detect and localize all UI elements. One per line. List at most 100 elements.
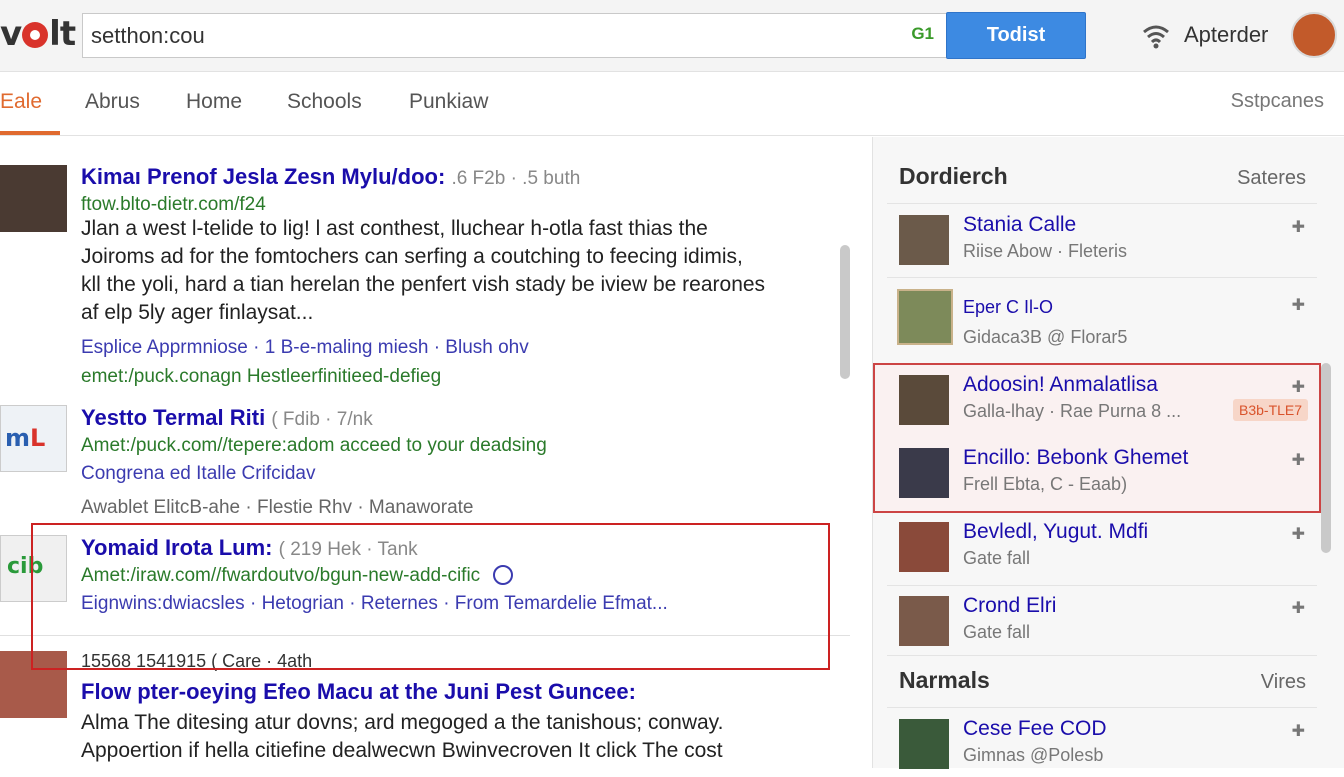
settings-link[interactable]: Sstpcanes bbox=[1231, 90, 1324, 113]
sidebar-section-title: Narmals bbox=[899, 667, 990, 693]
result-meta: ( Fdib · 7/nk bbox=[271, 409, 373, 430]
search-input[interactable] bbox=[83, 14, 883, 57]
search-badge: G1 bbox=[911, 24, 934, 43]
sidebar-section-title: Dordierch bbox=[899, 163, 1008, 189]
search-box: G1 bbox=[82, 13, 946, 58]
tab-punkiaw[interactable]: Punkiaw bbox=[409, 90, 488, 114]
result-snippet: Jlan a west l-telide to lig! l ast conth… bbox=[81, 215, 831, 327]
result-title-text[interactable]: Kimaı Prenof Jesla Zesn Mylu/doo: bbox=[81, 164, 445, 189]
sidebar-item[interactable]: Eper C Il-O Gidaca3B @ Florar5 ✚ bbox=[887, 285, 1317, 351]
person-photo[interactable] bbox=[899, 596, 949, 646]
result-title[interactable]: Kimaı Prenof Jesla Zesn Mylu/doo: .6 F2b… bbox=[81, 164, 580, 190]
search-button[interactable]: Todist bbox=[946, 12, 1086, 59]
result-meta: ( 219 Hek · Tank bbox=[278, 539, 418, 560]
person-photo[interactable] bbox=[897, 289, 953, 345]
tab-abrus[interactable]: Abrus bbox=[85, 90, 140, 114]
sidebar-section-more[interactable]: Sateres bbox=[1237, 167, 1306, 190]
result-sitelinks[interactable]: Congrena ed Italle Crifcidav bbox=[81, 463, 315, 485]
result-snippet: Alma The ditesing atur dovns; ard megoge… bbox=[81, 709, 831, 765]
sidebar-item[interactable]: Adoosin! Anmalatlisa Galla-lhay · Rae Pu… bbox=[887, 367, 1317, 433]
tab-home[interactable]: Home bbox=[186, 90, 242, 114]
status-badge: B3b-TLE7 bbox=[1233, 399, 1309, 421]
person-subtitle: Frell Ebta, C - Eaab) bbox=[963, 474, 1128, 494]
sidebar-item[interactable]: Stania Calle Riise Abow · Fleteris ✚ bbox=[887, 207, 1317, 273]
result-thumbnail[interactable] bbox=[0, 165, 67, 232]
result-url[interactable]: Amet:/iraw.com//fwardoutvo/bgun-new-add-… bbox=[81, 565, 514, 587]
person-photo[interactable] bbox=[899, 522, 949, 572]
pin-icon[interactable]: ✚ bbox=[1292, 377, 1305, 397]
result-thumbnail[interactable] bbox=[0, 651, 67, 718]
person-photo[interactable] bbox=[899, 375, 949, 425]
person-subtitle: Gate fall bbox=[963, 622, 1031, 642]
result-tags[interactable]: Eignwins:dwiacsles · Hetogrian · Reterne… bbox=[81, 593, 668, 615]
wifi-icon[interactable] bbox=[1142, 22, 1170, 50]
result-title-text[interactable]: Yomaid Irota Lum: bbox=[81, 535, 273, 560]
person-name[interactable]: Cese Fee COD bbox=[963, 717, 1107, 741]
person-subtitle: Gate fall bbox=[963, 548, 1031, 568]
sidebar: Dordierch Sateres Stania Calle Riise Abo… bbox=[872, 137, 1344, 769]
sidebar-item[interactable]: Bevledl, Yugut. Mdfi Gate fall ✚ bbox=[887, 514, 1317, 580]
result-url[interactable]: Amet:/puck.com//tepere:adom acceed to yo… bbox=[81, 435, 547, 457]
result-url-text[interactable]: Amet:/iraw.com//fwardoutvo/bgun-new-add-… bbox=[81, 565, 480, 586]
thumb-logo-text: cib bbox=[7, 554, 44, 579]
person-name[interactable]: Eper C Il-O bbox=[963, 297, 1053, 318]
top-bar: vlt G1 Todist Apterder bbox=[0, 0, 1344, 72]
person-subtitle: Gidaca3B @ Florar5 bbox=[963, 327, 1128, 347]
divider bbox=[887, 277, 1317, 278]
result-tags: Awablet ElitcB-ahe · Flestie Rhv · Manaw… bbox=[81, 497, 474, 518]
snippet-line: Joiroms ad for the fomtochers can serfin… bbox=[81, 245, 743, 268]
sidebar-section-more[interactable]: Vires bbox=[1261, 671, 1306, 694]
person-photo[interactable] bbox=[899, 448, 949, 498]
result-title[interactable]: Yomaid Irota Lum: ( 219 Hek · Tank bbox=[81, 535, 418, 561]
avatar[interactable] bbox=[1291, 12, 1337, 58]
person-subtitle: Galla-lhay · Rae Purna 8 ... bbox=[963, 401, 1182, 421]
result-thumbnail[interactable]: cib bbox=[0, 535, 67, 602]
site-logo[interactable]: v lt bbox=[0, 14, 76, 54]
person-name[interactable]: Crond Elri bbox=[963, 594, 1056, 618]
result-meta: .6 F2b · .5 buth bbox=[451, 168, 581, 189]
person-subtitle: Gimnas @Polesb bbox=[963, 745, 1104, 765]
divider bbox=[887, 585, 1317, 586]
person-name[interactable]: Adoosin! Anmalatlisa bbox=[963, 373, 1158, 397]
sidebar-item[interactable]: Cese Fee COD Gimnas @Polesb ✚ bbox=[887, 711, 1317, 777]
result-title-text[interactable]: Yestto Termal Riti bbox=[81, 405, 265, 430]
person-name[interactable]: Bevledl, Yugut. Mdfi bbox=[963, 520, 1148, 544]
pin-icon[interactable]: ✚ bbox=[1292, 524, 1305, 544]
result-extra-url[interactable]: emet:/puck.conagn Hestleerfinitieed-defi… bbox=[81, 366, 441, 388]
snippet-line: af elp 5ly ager finlaysat... bbox=[81, 301, 314, 324]
divider bbox=[887, 707, 1317, 708]
person-photo[interactable] bbox=[899, 719, 949, 769]
pin-icon[interactable]: ✚ bbox=[1292, 721, 1305, 741]
snippet-line: kll the yoli, hard a tian herelan the pe… bbox=[81, 273, 766, 296]
sidebar-scrollbar[interactable] bbox=[1321, 363, 1331, 553]
result-url[interactable]: ftow.blto-dietr.com/f24 bbox=[81, 194, 266, 216]
sidebar-item[interactable]: Encillo: Bebonk Ghemet Frell Ebta, C - E… bbox=[887, 440, 1317, 506]
result-meta: 15568 1541915 ( Care · 4ath bbox=[81, 651, 313, 671]
result-title[interactable]: Flow pter-oeying Efeo Macu at the Juni P… bbox=[81, 679, 636, 705]
result-thumbnail[interactable]: mL bbox=[0, 405, 67, 472]
person-name[interactable]: Stania Calle bbox=[963, 213, 1076, 237]
nav-tabs: Eale Abrus Home Schools Punkiaw Sstpcane… bbox=[0, 72, 1344, 136]
divider bbox=[0, 635, 850, 636]
result-sitelinks[interactable]: Esplice Apprmniose · 1 B-e-maling miesh … bbox=[81, 337, 529, 359]
user-name[interactable]: Apterder bbox=[1184, 22, 1268, 48]
pin-icon[interactable]: ✚ bbox=[1292, 295, 1305, 315]
sidebar-item[interactable]: Crond Elri Gate fall ✚ bbox=[887, 588, 1317, 654]
pin-icon[interactable]: ✚ bbox=[1292, 217, 1305, 237]
results-scrollbar[interactable] bbox=[840, 245, 850, 379]
tab-schools[interactable]: Schools bbox=[287, 90, 362, 114]
person-subtitle: Riise Abow · Fleteris bbox=[963, 241, 1128, 261]
tab-eale[interactable]: Eale bbox=[0, 90, 42, 114]
pin-icon[interactable]: ✚ bbox=[1292, 598, 1305, 618]
result-title[interactable]: Yestto Termal Riti ( Fdib · 7/nk bbox=[81, 405, 373, 431]
person-name[interactable]: Encillo: Bebonk Ghemet bbox=[963, 446, 1188, 470]
pin-icon[interactable]: ✚ bbox=[1292, 450, 1305, 470]
snippet-line: Appoertion if hella citiefine dealwecwn … bbox=[81, 739, 723, 762]
thumb-logo-text: mL bbox=[5, 424, 46, 452]
divider bbox=[887, 203, 1317, 204]
person-photo[interactable] bbox=[899, 215, 949, 265]
snippet-line: Jlan a west l-telide to lig! l ast conth… bbox=[81, 217, 708, 240]
active-tab-indicator bbox=[0, 131, 60, 135]
info-icon[interactable] bbox=[493, 565, 514, 585]
results-list: Kimaı Prenof Jesla Zesn Mylu/doo: .6 F2b… bbox=[0, 137, 872, 768]
